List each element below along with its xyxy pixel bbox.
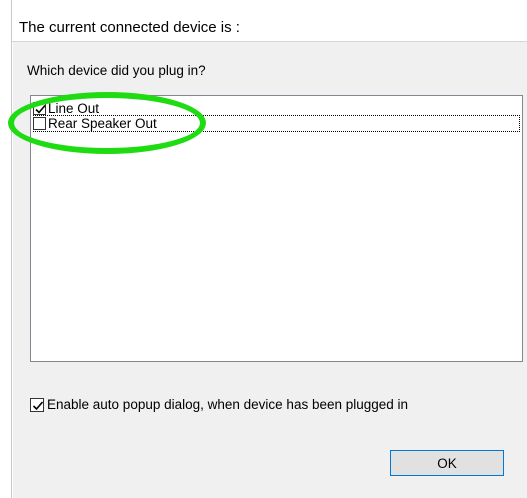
audio-device-dialog: The current connected device is : Which … <box>0 0 527 498</box>
window-left-edge <box>0 0 12 498</box>
device-question-label: Which device did you plug in? <box>27 63 206 78</box>
checkmark-icon <box>32 400 44 410</box>
auto-popup-label: Enable auto popup dialog, when device ha… <box>47 397 409 412</box>
device-option-rear-speaker-out[interactable]: Rear Speaker Out <box>33 115 520 132</box>
current-device-title: The current connected device is : <box>19 19 240 36</box>
line-out-checkbox[interactable] <box>33 102 46 115</box>
auto-popup-option[interactable]: Enable auto popup dialog, when device ha… <box>30 397 408 412</box>
rear-speaker-out-label: Rear Speaker Out <box>48 116 157 131</box>
auto-popup-checkbox[interactable] <box>30 397 44 412</box>
line-out-label: Line Out <box>48 101 100 116</box>
rear-speaker-out-checkbox[interactable] <box>33 117 46 130</box>
dialog-header: The current connected device is : <box>12 0 527 42</box>
ok-button[interactable]: OK <box>390 450 504 476</box>
dialog-content: Which device did you plug in? Line Out R… <box>13 42 527 498</box>
device-checklist[interactable]: Line Out Rear Speaker Out <box>30 95 523 362</box>
